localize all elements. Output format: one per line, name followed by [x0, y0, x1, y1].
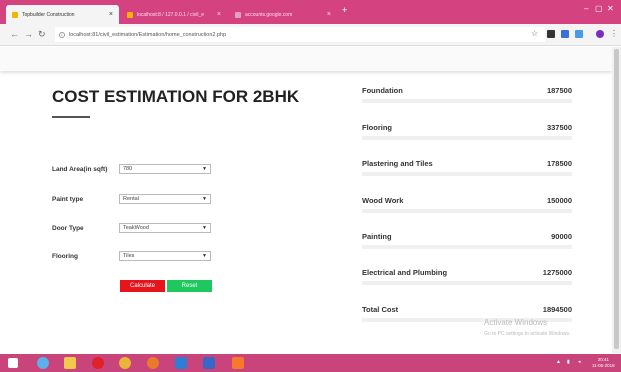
scrollbar-thumb[interactable]	[614, 49, 619, 349]
cost-divider	[362, 99, 572, 103]
close-tab-icon[interactable]: ×	[217, 11, 221, 18]
network-icon[interactable]: ▮	[567, 359, 570, 365]
favicon-icon	[127, 11, 133, 18]
cost-divider	[362, 136, 572, 140]
cost-row-wood-work: Wood Work 150000	[362, 196, 572, 216]
minimize-icon[interactable]: –	[584, 4, 588, 13]
cost-amount: 90000	[551, 232, 572, 241]
cost-amount: 337500	[546, 123, 572, 132]
cost-name: Electrical and Plumbing	[362, 268, 448, 277]
tab-google-accounts[interactable]: accounts.google.com ×	[229, 5, 337, 24]
firefox-icon[interactable]	[147, 357, 159, 369]
info-icon[interactable]: i	[59, 31, 65, 38]
favicon-icon	[235, 11, 241, 18]
back-icon[interactable]: ←	[10, 29, 19, 39]
paint-type-label: Paint type	[52, 196, 84, 203]
close-window-icon[interactable]: ✕	[607, 4, 614, 13]
windows-taskbar: ▲ ▮ ◂ 20:41 11-05-2018	[0, 354, 621, 372]
tab-label: localhost:8 / 127.0.0.1 / civil_e	[137, 11, 204, 18]
url-input[interactable]: i localhost:81/civil_estimation/Estimati…	[55, 27, 545, 42]
paint-type-select[interactable]: Rental ▼	[119, 194, 211, 204]
cost-name: Wood Work	[362, 196, 404, 205]
tab-phpmyadmin[interactable]: localhost:8 / 127.0.0.1 / civil_e ×	[121, 5, 227, 24]
flooring-label: Flooring	[52, 253, 78, 260]
chevron-down-icon: ▼	[202, 196, 207, 202]
cost-name: Total Cost	[362, 305, 399, 314]
cost-name: Painting	[362, 232, 392, 241]
volume-icon[interactable]: ◂	[578, 359, 581, 365]
paint-type-value: Rental	[123, 196, 139, 202]
new-tab-icon[interactable]: +	[342, 5, 347, 15]
cost-row-plastering: Plastering and Tiles 178500	[362, 159, 572, 179]
address-bar: ← → ↻ i localhost:81/civil_estimation/Es…	[0, 24, 621, 46]
cost-row-foundation: Foundation 187500	[362, 86, 572, 106]
tab-topbuilder[interactable]: Topbuilder Construction ×	[6, 5, 119, 24]
menu-icon[interactable]: ⋮	[610, 29, 618, 38]
reload-icon[interactable]: ↻	[38, 29, 46, 40]
ie-browser-icon[interactable]	[37, 357, 49, 369]
cost-divider	[362, 281, 572, 285]
cost-row-painting: Painting 90000	[362, 232, 572, 252]
cost-name: Plastering and Tiles	[362, 159, 433, 168]
chevron-down-icon: ▼	[202, 166, 207, 172]
close-tab-icon[interactable]: ×	[109, 11, 113, 18]
windows-start-icon[interactable]	[8, 358, 18, 368]
activate-windows-hint: Go to PC settings to activate Windows.	[484, 331, 571, 337]
xampp-icon[interactable]	[232, 357, 244, 369]
cost-row-electrical: Electrical and Plumbing 1275000	[362, 268, 572, 288]
calculate-button[interactable]: Calculate	[120, 280, 165, 292]
chevron-down-icon: ▼	[202, 253, 207, 259]
activate-windows-watermark: Activate Windows	[484, 318, 548, 327]
cost-amount: 178500	[546, 159, 572, 168]
cost-amount: 1275000	[542, 268, 572, 277]
favicon-icon	[12, 11, 18, 18]
land-area-label: Land Area(in sqft)	[52, 166, 108, 173]
extension-icon[interactable]	[575, 30, 583, 38]
chrome-icon[interactable]	[119, 357, 131, 369]
browser-tab-strip: Topbuilder Construction × localhost:8 / …	[0, 0, 621, 24]
tab-label: accounts.google.com	[245, 11, 293, 18]
clock-date: 11-05-2018	[592, 363, 615, 368]
chevron-down-icon: ▼	[202, 225, 207, 231]
cost-divider	[362, 172, 572, 176]
close-tab-icon[interactable]: ×	[327, 11, 331, 18]
calendar-icon[interactable]	[203, 357, 215, 369]
opera-icon[interactable]	[92, 357, 104, 369]
cost-amount: 1894500	[542, 305, 572, 314]
extension-icon[interactable]	[547, 30, 555, 38]
title-divider	[52, 116, 90, 118]
door-type-label: Door Type	[52, 225, 84, 232]
cost-amount: 150000	[546, 196, 572, 205]
forward-icon[interactable]: →	[24, 29, 33, 39]
cost-name: Flooring	[362, 123, 392, 132]
page-title: COST ESTIMATION FOR 2BHK	[52, 87, 300, 106]
maximize-icon[interactable]: ▢	[595, 4, 603, 13]
taskbar-clock[interactable]: 20:41 11-05-2018	[592, 357, 615, 369]
cost-divider	[362, 209, 572, 213]
tray-arrow-icon[interactable]: ▲	[556, 359, 561, 365]
land-area-select[interactable]: 780 ▼	[119, 164, 211, 174]
tab-label: Topbuilder Construction	[22, 11, 75, 18]
media-player-icon[interactable]	[175, 357, 187, 369]
profile-avatar[interactable]	[596, 30, 604, 38]
extension-icon[interactable]	[561, 30, 569, 38]
file-explorer-icon[interactable]	[64, 357, 76, 369]
cost-name: Foundation	[362, 86, 403, 95]
reset-button[interactable]: Reset	[167, 280, 212, 292]
door-type-select[interactable]: TeakWood ▼	[119, 223, 211, 233]
flooring-value: Tiles	[123, 253, 135, 259]
land-area-value: 780	[123, 166, 133, 172]
bookmark-star-icon[interactable]: ☆	[531, 29, 538, 38]
cost-row-flooring: Flooring 337500	[362, 123, 572, 143]
page-header-band	[0, 47, 612, 71]
door-type-value: TeakWood	[123, 225, 149, 231]
flooring-select[interactable]: Tiles ▼	[119, 251, 211, 261]
cost-amount: 187500	[546, 86, 572, 95]
cost-divider	[362, 245, 572, 249]
url-text: localhost:81/civil_estimation/Estimation…	[69, 31, 227, 38]
